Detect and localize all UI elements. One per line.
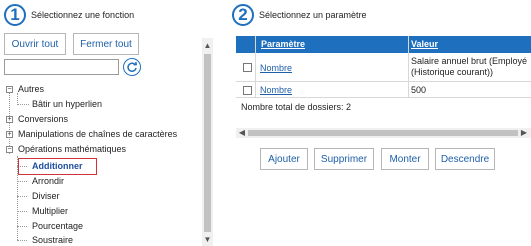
tree-vertical-scrollbar[interactable]: ▲ ▼ — [202, 38, 213, 246]
close-all-button[interactable]: Fermer tout — [73, 33, 139, 55]
step2-title: Sélectionnez un paramètre — [259, 10, 367, 20]
scroll-left-icon[interactable]: ◀ — [237, 128, 247, 138]
tree-item-additionner[interactable]: Additionner — [32, 160, 83, 173]
tree-item-conversions[interactable]: Conversions — [18, 113, 68, 126]
parameter-value: Salaire annuel brut (Employé (Historique… — [411, 56, 528, 77]
scrollbar-thumb[interactable] — [248, 130, 518, 136]
refresh-button[interactable] — [123, 58, 141, 76]
scroll-down-icon[interactable]: ▼ — [202, 234, 213, 245]
expand-toggle-icon[interactable]: + — [6, 116, 13, 123]
parameter-link[interactable]: Nombre — [260, 85, 292, 95]
step2-header: 2 Sélectionnez un paramètre — [232, 4, 367, 26]
refresh-icon — [127, 61, 138, 72]
tree-connector-line — [17, 196, 27, 197]
add-button[interactable]: Ajouter — [260, 148, 308, 170]
step1-number: 1 — [4, 4, 26, 26]
tree-connector-line — [17, 181, 27, 182]
table-row[interactable]: Nombre Salaire annuel brut (Employé (His… — [236, 53, 531, 82]
open-all-button[interactable]: Ouvrir tout — [4, 33, 66, 55]
column-header-parametre[interactable]: Paramètre — [261, 36, 305, 53]
tree-connector-line — [17, 211, 27, 212]
parameter-value: 500 — [411, 85, 427, 95]
step1-header: 1 Sélectionnez une fonction — [4, 4, 134, 26]
tree-item-arrondir[interactable]: Arrondir — [32, 175, 64, 188]
row-checkbox[interactable] — [243, 86, 252, 95]
column-header-valeur[interactable]: Valeur — [411, 36, 438, 53]
tree-item-batir-hyperlien[interactable]: Bâtir un hyperlien — [32, 98, 102, 111]
grid-horizontal-scrollbar[interactable]: ◀ ▶ — [236, 128, 531, 138]
grid-header: Paramètre Valeur — [236, 36, 531, 53]
scroll-right-icon[interactable]: ▶ — [519, 128, 529, 138]
scroll-up-icon[interactable]: ▲ — [202, 40, 213, 51]
collapse-toggle-icon[interactable]: − — [6, 146, 13, 153]
remove-button[interactable]: Supprimer — [314, 148, 374, 170]
step1-title: Sélectionnez une fonction — [31, 10, 135, 20]
tree-item-autres[interactable]: Autres — [18, 83, 44, 96]
tree-item-soustraire[interactable]: Soustraire — [32, 234, 73, 246]
tree-item-pourcentage[interactable]: Pourcentage — [32, 220, 83, 233]
move-up-button[interactable]: Monter — [381, 148, 429, 170]
tree-item-multiplier[interactable]: Multiplier — [32, 205, 68, 218]
tree-connector-line — [17, 240, 27, 241]
parameter-link[interactable]: Nombre — [260, 63, 292, 73]
tree-item-operations[interactable]: Opérations mathématiques — [18, 143, 126, 156]
collapse-toggle-icon[interactable]: − — [6, 86, 13, 93]
tree-connector-line — [17, 104, 29, 105]
tree-item-manipulations[interactable]: Manipulations de chaînes de caractères — [18, 128, 177, 141]
record-count: Nombre total de dossiers: 2 — [241, 102, 352, 112]
tree-connector-line — [17, 226, 27, 227]
table-row[interactable]: Nombre 500 — [236, 83, 531, 98]
row-checkbox[interactable] — [243, 63, 252, 72]
function-filter-input[interactable] — [4, 59, 119, 75]
scrollbar-thumb[interactable] — [204, 54, 211, 232]
move-down-button[interactable]: Descendre — [435, 148, 495, 170]
step2-number: 2 — [232, 4, 254, 26]
tree-item-diviser[interactable]: Diviser — [32, 190, 60, 203]
expand-toggle-icon[interactable]: + — [6, 131, 13, 138]
